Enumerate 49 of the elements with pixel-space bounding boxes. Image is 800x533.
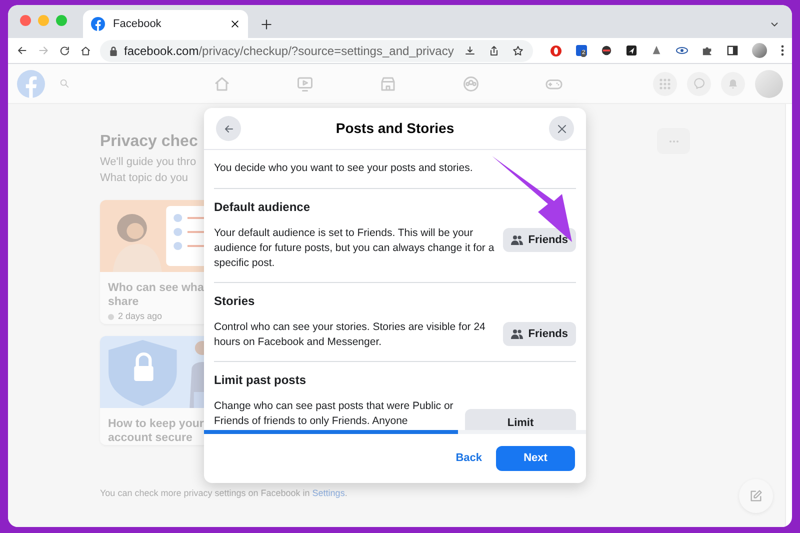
download-icon[interactable]: [464, 44, 476, 56]
limit-button[interactable]: Limit: [465, 408, 576, 430]
close-icon[interactable]: [230, 19, 240, 29]
people-icon: [511, 234, 524, 245]
tab-title: Facebook: [113, 16, 162, 32]
url-text: facebook.com/privacy/checkup/?source=settings_and_privacy: [124, 42, 454, 60]
new-tab-icon[interactable]: [260, 18, 273, 31]
page-subtitle: What topic do you: [100, 171, 188, 186]
card-title: account secure: [108, 430, 192, 444]
card-title: share: [108, 295, 139, 309]
home-icon[interactable]: [80, 44, 91, 56]
browser-tab[interactable]: Facebook: [83, 10, 248, 38]
extension-icon[interactable]: [626, 45, 637, 56]
people-icon: [511, 328, 524, 339]
back-link[interactable]: Back: [456, 450, 482, 467]
footer-note: You can check more privacy settings on Facebook in Settings.: [100, 486, 348, 500]
edit-icon: [749, 489, 763, 503]
star-icon[interactable]: [512, 44, 524, 56]
profile-avatar[interactable]: [752, 43, 767, 58]
eye-icon[interactable]: [676, 46, 688, 55]
facebook-logo-icon: [91, 17, 105, 31]
chat-bubble-icon: [692, 77, 706, 90]
card-title: How to keep your: [108, 416, 204, 430]
close-window-button[interactable]: [20, 15, 31, 26]
back-icon: [222, 122, 234, 134]
extension-icon[interactable]: [601, 45, 612, 56]
dialog-title: Posts and Stories: [334, 119, 456, 138]
section-heading: Stories: [214, 294, 256, 309]
clock-icon: [108, 314, 114, 320]
back-icon[interactable]: [16, 44, 28, 57]
bell-icon: [727, 78, 739, 90]
reload-icon[interactable]: [59, 44, 71, 56]
page-title: Privacy chec: [100, 132, 198, 152]
grid-icon: [659, 78, 671, 90]
share-icon[interactable]: [488, 44, 500, 56]
close-icon: [556, 122, 568, 134]
next-button[interactable]: Next: [496, 446, 575, 471]
puzzle-icon[interactable]: [702, 45, 713, 56]
address-field[interactable]: facebook.com/privacy/checkup/?source=settings_and_privacy: [100, 40, 533, 62]
page-subtitle: We'll guide you thro: [100, 155, 196, 170]
lock-icon: [108, 46, 118, 56]
card-title: Who can see wha: [108, 281, 204, 295]
back-button[interactable]: [216, 116, 241, 141]
side-panel-icon[interactable]: [727, 45, 738, 56]
audience-button[interactable]: Friends: [503, 228, 576, 252]
close-button[interactable]: [549, 116, 574, 141]
more-icon[interactable]: [781, 45, 784, 56]
card-meta: 2 days ago: [118, 310, 162, 323]
audience-button[interactable]: Friends: [503, 322, 576, 346]
